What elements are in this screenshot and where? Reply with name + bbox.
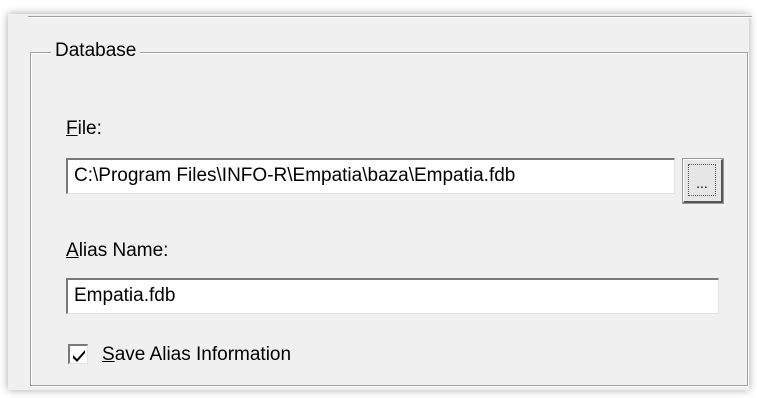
file-label-rest: ile: bbox=[77, 118, 102, 139]
top-separator bbox=[28, 16, 752, 18]
alias-label-rest: lias Name: bbox=[78, 240, 169, 261]
save-alias-label-accel: S bbox=[102, 344, 115, 365]
file-label: File: bbox=[66, 118, 102, 140]
save-alias-label[interactable]: Save Alias Information bbox=[102, 344, 291, 366]
alias-name-label: Alias Name: bbox=[66, 240, 168, 262]
save-alias-label-rest: ave Alias Information bbox=[114, 344, 292, 365]
alias-label-accel: A bbox=[66, 240, 79, 261]
file-path-input[interactable]: C:\Program Files\INFO-R\Empatia\baza\Emp… bbox=[66, 158, 675, 194]
file-label-accel: F bbox=[66, 118, 78, 139]
save-alias-checkbox[interactable] bbox=[68, 344, 88, 364]
groupbox-title: Database bbox=[51, 39, 141, 63]
database-groupbox: Database bbox=[30, 39, 748, 386]
browse-file-button[interactable]: ... bbox=[682, 158, 724, 204]
browse-button-label: ... bbox=[688, 164, 716, 196]
checkmark-icon bbox=[73, 350, 85, 362]
alias-name-input[interactable]: Empatia.fdb bbox=[66, 278, 719, 314]
